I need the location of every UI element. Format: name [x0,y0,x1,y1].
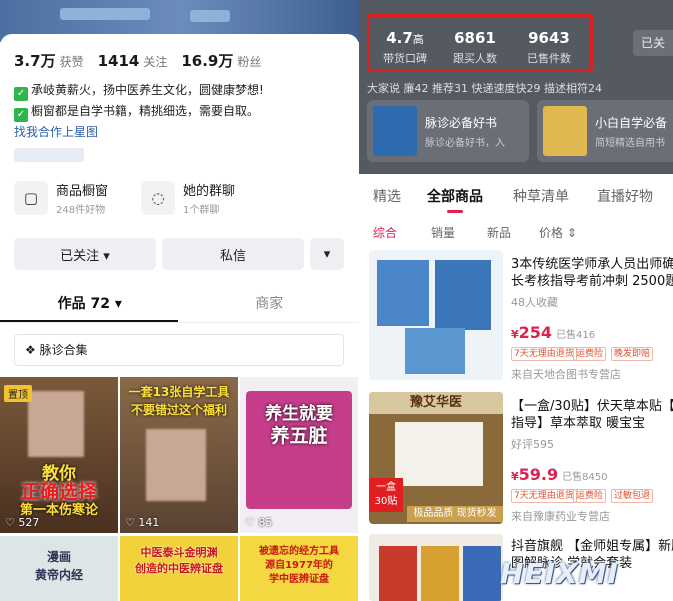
book-cover [463,546,501,601]
sort-sales[interactable]: 销量 [431,224,455,241]
video-likes: ♡ 527 [5,516,40,529]
video-likes: ♡ 141 [125,516,160,529]
tab-works[interactable]: 作品 72 ▾ [0,286,180,322]
video-thumbnail[interactable]: 漫画 黄帝内经 [0,536,118,601]
product-box [395,422,483,486]
product-image[interactable]: 豫艾华医 一盒 30贴 极品品质 现货秒发 [369,392,503,524]
video-thumbnail[interactable]: 置顶 教你 正确选择 第一本伤寒论 ♡ 527 [0,377,118,533]
collection-chip[interactable]: ❖ 脉诊合集 [14,334,344,366]
video-thumbnail[interactable]: 一套13张自学工具 不要错过这个福利 ♡ 141 [120,377,238,533]
sort-default[interactable]: 综合 [373,224,397,241]
tab-featured[interactable]: 精选 [373,184,401,210]
book-thumbnail [543,106,587,156]
book-cover [421,546,459,601]
follow-button[interactable]: 已关 [633,30,673,56]
message-button[interactable]: 私信 [162,238,304,270]
review-keywords: 大家说 廉42 推荐31 快递速度快29 描述相符24 [367,82,602,95]
stack-icon: ❖ [25,343,40,357]
product-price: ¥59.9 已售8450 [511,465,608,484]
promo-card[interactable]: 脉诊必备好书 脉诊必备好书，入 [367,100,529,162]
video-likes: ♡ 85 [245,516,273,529]
chat-bubble-icon: ◌ [141,181,175,215]
video-thumbnail[interactable]: 中医泰斗金明渊 创造的中医辨证盘 [120,536,238,601]
product-image[interactable] [369,534,503,601]
tab-merchant[interactable]: 商家 [180,286,360,322]
tab-live-goods[interactable]: 直播好物 [597,184,653,210]
book-cover [379,546,417,601]
profile-bio: ✓ 承岐黄薪火，扬中医养生文化，圆健康梦想! ✓ 橱窗都是自学书籍，精挑细选，需要自… [14,80,264,143]
check-icon: ✓ [14,87,28,101]
blurred-text [190,10,230,22]
shop-window-entry[interactable]: ▢ 商品橱窗 248件好物 [14,180,108,216]
divider [0,322,359,323]
likes-stat[interactable]: 3.7万 获赞 [14,50,84,71]
blurred-text [14,148,84,162]
pinned-badge: 置顶 [4,385,32,402]
followed-button[interactable]: 已关注 ▾ [14,238,156,270]
shop-window-icon: ▢ [14,181,48,215]
rating-stat: 4.7高 带货口碑 [383,29,427,65]
heart-icon: ♡ [125,516,135,529]
tab-recommend-list[interactable]: 种草清单 [513,184,569,210]
shop-panel: 4.7高 带货口碑 6861 跟买人数 9643 已售件数 已关 大家说 廉42 推荐… [359,0,673,601]
following-stat[interactable]: 1414 关注 [98,52,168,70]
group-chat-entry[interactable]: ◌ 她的群聊 1个群聊 [141,180,235,216]
blurred-face [146,429,206,501]
shop-tabs: 精选 全部商品 种草清单 直播好物 [359,184,673,210]
video-thumbnail[interactable]: 养生就要 养五脏 ♡ 85 [240,377,358,533]
tab-underline [447,210,463,213]
heart-icon: ♡ [245,516,255,529]
sort-new[interactable]: 新品 [487,224,511,241]
more-dropdown-button[interactable]: ▾ [310,238,344,270]
promo-card[interactable]: 小白自学必备 简短精选自用书 [537,100,673,162]
buyers-stat: 6861 跟买人数 [453,29,497,65]
watermark-logo: HEIXMI [500,557,619,590]
product-price: ¥254 已售416 [511,323,596,342]
sold-stat: 9643 已售件数 [527,29,571,65]
book-cover [405,328,465,374]
tab-all-products[interactable]: 全部商品 [427,184,483,210]
heart-icon: ♡ [5,516,15,529]
collab-link[interactable]: 找我合作上星图 [14,122,264,143]
video-thumbnail[interactable]: 被遗忘的经方工具 源自1977年的 学中医辨证盘 [240,536,358,601]
product-image[interactable] [369,250,503,380]
book-cover [377,260,429,326]
book-cover [435,260,491,330]
followers-stat[interactable]: 16.9万 粉丝 [181,50,261,71]
blurred-face [28,391,84,457]
profile-panel: 3.7万 获赞 1414 关注 16.9万 粉丝 ✓ 承岐黄薪火，扬中医养生文化，圆健康… [0,0,359,601]
book-thumbnail [373,106,417,156]
check-icon: ✓ [14,108,28,122]
profile-stats: 3.7万 获赞 1414 关注 16.9万 粉丝 [14,50,261,71]
profile-tabs: 作品 72 ▾ 商家 [0,286,359,322]
sort-price[interactable]: 价格 ⇕ [539,224,577,241]
blurred-text [60,8,150,20]
